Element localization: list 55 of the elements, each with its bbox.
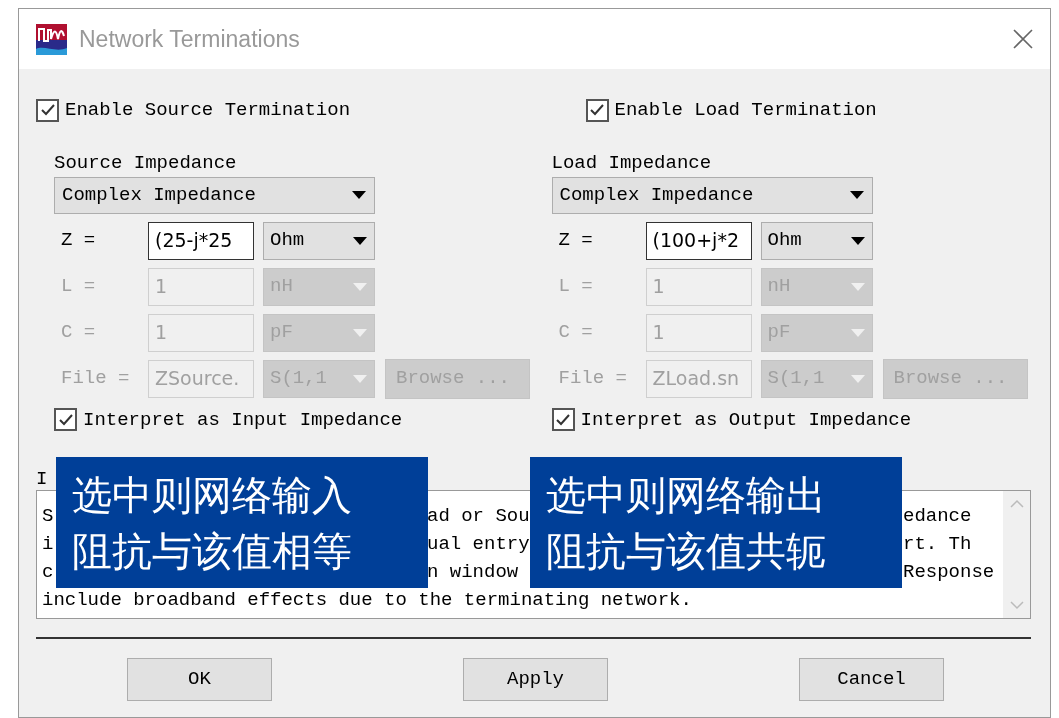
info-text: ad or Sou [427,505,530,527]
caret-icon [352,327,368,338]
annotation-text: 阻抗与该值相等 [72,526,353,576]
window-title: Network Terminations [79,24,300,54]
impedance-type-select[interactable]: Complex Impedance [551,176,873,214]
unit-select[interactable]: Ohm [760,221,873,260]
dialog-button[interactable]: OK [127,658,272,701]
caret-icon [848,190,865,200]
value-field[interactable]: (25-j*25 [148,221,254,260]
info-text: include broadband effects due to the terminating network. [42,589,692,611]
field-label: File = [557,366,628,392]
caret-icon [849,373,866,384]
checkbox[interactable] [551,408,575,432]
info-text: Response [903,561,995,583]
impedance-type-select[interactable]: Complex Impedance [54,176,375,214]
caret-icon [849,327,866,338]
info-text: rt. Th [903,533,972,555]
field-label: File = [60,366,131,392]
checkbox-label: Enable Source Termination [65,98,351,123]
caret-icon [352,373,368,384]
unit-select[interactable]: Ohm [263,221,375,260]
caret-icon [351,190,367,200]
value-field[interactable]: (100+j*2 [645,221,752,260]
checkbox[interactable] [54,408,77,432]
caret-icon [849,281,866,292]
field-label: Z = [60,228,97,254]
dialog-button[interactable]: Apply [463,658,608,701]
field-label: L = [557,274,594,300]
info-text: n window [427,561,519,583]
checkbox-label: Interpret as Input Impedance [83,407,403,433]
annotation-text: 选中则网络输入 [72,470,353,520]
checkbox[interactable] [585,98,609,122]
info-label: I [36,468,48,490]
caret-icon [352,235,368,246]
field-label: C = [60,320,97,346]
app-logo-icon [36,23,67,55]
field-label: C = [557,320,594,346]
info-text: edance [903,505,972,527]
annotation-text: 阻抗与该值共轭 [546,526,827,576]
field-label: L = [60,274,97,300]
info-text: c [42,561,54,583]
dialog-button[interactable]: Cancel [799,658,944,701]
field-label: Z = [557,228,594,254]
info-text: ual entry [427,533,530,555]
group-heading: Load Impedance [551,152,713,173]
checkbox-label: Enable Load Termination [614,98,877,123]
close-icon[interactable] [1012,28,1034,50]
info-text: S [42,505,54,527]
annotation-text: 选中则网络输出 [546,470,827,520]
caret-icon [352,281,368,292]
checkbox-label: Interpret as Output Impedance [580,407,912,433]
group-heading: Source Impedance [54,152,238,173]
checkbox[interactable] [36,98,59,122]
caret-icon [849,235,866,246]
info-text: i [42,533,54,555]
